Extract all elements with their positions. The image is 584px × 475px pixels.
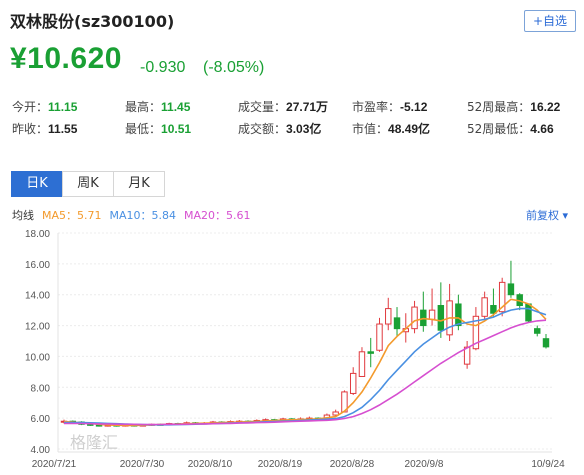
candle: [437, 282, 445, 338]
candle-body: [455, 303, 462, 327]
y-tick-label: 18.00: [25, 229, 50, 240]
candle: [367, 337, 374, 368]
x-tick-label: 2020/8/28: [330, 459, 375, 470]
candle: [376, 317, 383, 352]
y-tick-label: 16.00: [25, 260, 50, 271]
candle: [349, 367, 357, 395]
candle: [481, 291, 488, 320]
x-tick-label: 2020/7/30: [120, 459, 165, 470]
y-tick-label: 6.00: [31, 414, 51, 425]
candle-body: [428, 309, 436, 320]
candle: [463, 341, 471, 369]
candle: [411, 300, 418, 334]
candlestick-chart: 18.00 16.00 14.00 12.00 10.00 8.00 6.00 4.00 20…: [25, 229, 565, 470]
x-tick-label: 2020/8/10: [188, 459, 233, 470]
y-tick-label: 8.00: [31, 383, 51, 394]
y-tick-label: 12.00: [25, 322, 50, 333]
y-tick-label: 14.00: [25, 291, 50, 302]
candle: [498, 277, 506, 317]
candle-body: [385, 308, 392, 325]
candle-body: [534, 328, 541, 334]
candle-body: [437, 305, 445, 331]
candle-body: [376, 323, 383, 351]
y-tick-label: 4.00: [31, 445, 51, 456]
candle: [358, 347, 366, 377]
y-tick-label: 10.00: [25, 352, 50, 363]
candle: [393, 307, 401, 337]
candle-body: [393, 317, 401, 330]
candle-body: [358, 351, 366, 377]
x-tick-label: 2020/7/21: [32, 459, 77, 470]
x-tick-label: 2020/8/19: [258, 459, 303, 470]
x-tick-label: 2020/9/8: [405, 459, 444, 470]
candle-body: [525, 303, 532, 322]
candle-body: [411, 306, 418, 330]
candle: [525, 303, 532, 323]
candle-body: [507, 283, 515, 296]
candle: [507, 260, 515, 298]
watermark-logo: 格隆汇: [70, 433, 118, 452]
candle-body: [367, 351, 374, 354]
x-axis-ticks: 2020/7/21 2020/7/30 2020/8/10 2020/8/19 2020…: [32, 459, 565, 470]
candle: [534, 325, 541, 337]
candle: [446, 283, 453, 341]
y-axis-ticks: 18.00 16.00 14.00 12.00 10.00 8.00 6.00 4.00: [25, 229, 50, 456]
candle: [420, 291, 427, 332]
candle: [542, 334, 550, 349]
candle-body: [95, 424, 103, 427]
candle-body: [542, 338, 550, 348]
candle-body: [481, 297, 488, 317]
x-tick-label: 10/9/24: [531, 459, 565, 470]
candle-body: [349, 372, 357, 394]
